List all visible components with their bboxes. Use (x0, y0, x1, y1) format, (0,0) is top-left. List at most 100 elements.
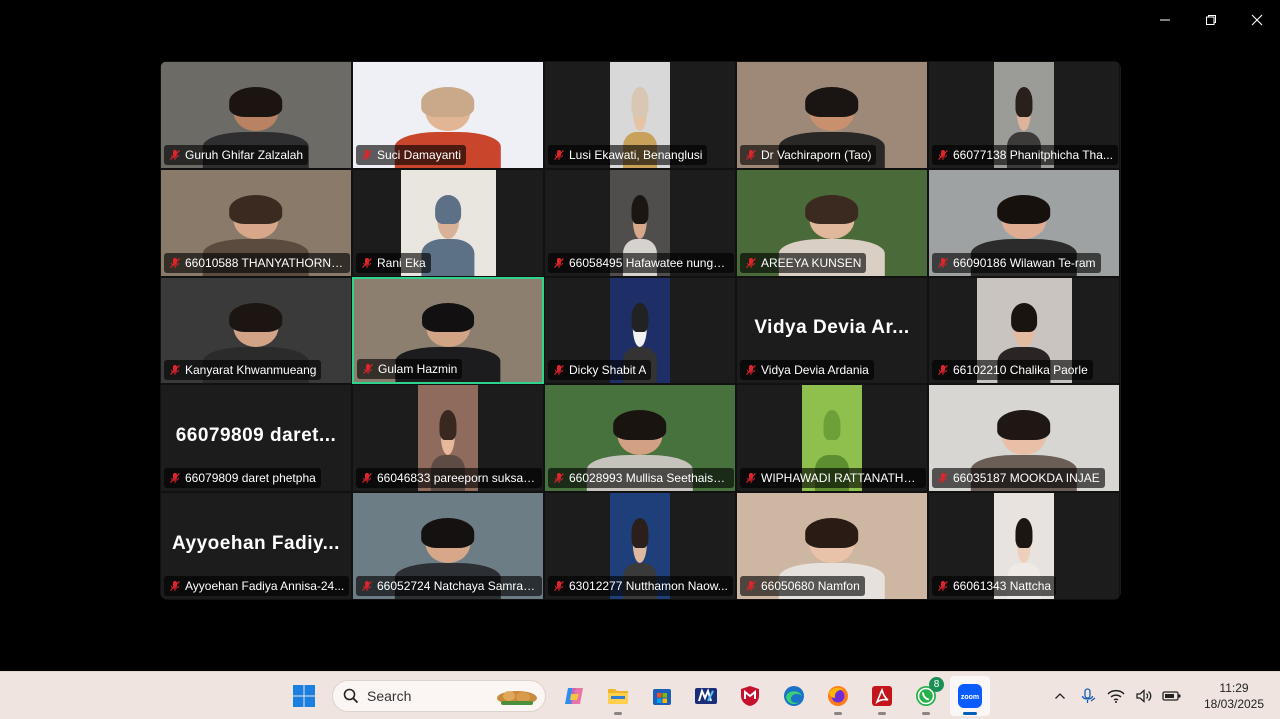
participant-hair (439, 410, 457, 441)
close-icon[interactable] (1234, 0, 1280, 40)
participant-tile[interactable]: Rani Eka (352, 168, 544, 277)
muted-mic-icon (169, 472, 181, 484)
participant-name: 66028993 Mullisa Seethaiso... (569, 471, 729, 486)
participant-name-label: Rani Eka (356, 252, 431, 273)
microphone-icon[interactable] (1074, 682, 1102, 710)
participant-name-label: 66035187 MOOKDA INJAE (932, 468, 1105, 489)
start-button[interactable] (284, 676, 324, 716)
copilot-app[interactable] (554, 676, 594, 716)
zoom-app[interactable]: zoom (950, 676, 990, 716)
muted-mic-icon (361, 149, 373, 161)
participant-name-label: 66058495 Hafawatee nungs... (548, 252, 734, 273)
zoom-meeting-window: Guruh Ghifar Zalzalah Suci Damayanti Lusi … (0, 0, 1280, 719)
muted-mic-icon (745, 257, 757, 269)
taskbar-search-box[interactable]: Search (332, 680, 546, 712)
participant-tile[interactable]: 66102210 Chalika Paorle (928, 276, 1120, 385)
muted-mic-icon (169, 580, 181, 592)
chevron-up-icon[interactable] (1046, 682, 1074, 710)
participant-tile[interactable]: 66077138 Phanitphicha Tha... (928, 61, 1120, 169)
participant-tile[interactable]: Gulam Hazmin (352, 276, 544, 385)
participant-hair (997, 410, 1051, 441)
participant-hair (631, 194, 649, 225)
whatsapp-app[interactable]: 8 (906, 676, 946, 716)
volume-icon[interactable] (1130, 682, 1158, 710)
restore-icon[interactable] (1188, 0, 1234, 40)
microsoft-store-app[interactable] (642, 676, 682, 716)
participant-name-label: 66061343 Nattcha (932, 575, 1057, 596)
search-placeholder: Search (367, 688, 412, 704)
participant-hair (805, 86, 859, 117)
participant-hair (229, 302, 283, 333)
participant-tile[interactable]: 66052724 Natchaya Samranjit (352, 492, 544, 600)
muted-mic-icon (553, 364, 565, 376)
participant-tile[interactable]: WIPHAWADI RATTANATHAM (736, 384, 928, 493)
participant-name: Kanyarat Khwanmueang (185, 363, 317, 378)
app-m[interactable] (686, 676, 726, 716)
participant-hair (631, 518, 649, 548)
system-tray: 11:29 18/03/2025 (1046, 672, 1280, 719)
firefox-app[interactable] (818, 676, 858, 716)
participant-name-label: 66090186 Wilawan Te-ram (932, 252, 1101, 273)
participant-name-label: 66079809 daret phetpha (164, 468, 321, 489)
wifi-icon[interactable] (1102, 682, 1130, 710)
participant-name-placeholder: Vidya Devia Ar... (754, 317, 910, 339)
participant-tile[interactable]: 63012277 Nutthamon Naow... (544, 492, 736, 600)
participant-name: 66050680 Namfon (761, 578, 860, 593)
participant-hair (823, 410, 841, 441)
participant-name-label: 66010588 THANYATHORN K... (164, 252, 350, 273)
participant-tile[interactable]: Suci Damayanti (352, 61, 544, 169)
participant-tile[interactable]: Dr Vachiraporn (Tao) (736, 61, 928, 169)
participant-name-label: AREEYA KUNSEN (740, 252, 867, 273)
participant-name-label: 63012277 Nutthamon Naow... (548, 575, 733, 596)
participant-tile[interactable]: AREEYA KUNSEN (736, 168, 928, 277)
participant-name: Vidya Devia Ardania (761, 363, 869, 378)
participant-tile[interactable]: Ayyoehan Fadiy... Ayyoehan Fadiya Annisa-… (160, 492, 352, 600)
participant-tile[interactable]: 66090186 Wilawan Te-ram (928, 168, 1120, 277)
participant-tile[interactable]: 66028993 Mullisa Seethaiso... (544, 384, 736, 493)
muted-mic-icon (937, 364, 949, 376)
participant-hair (434, 194, 462, 225)
participant-tile[interactable]: 66050680 Namfon (736, 492, 928, 600)
participant-tile[interactable]: 66035187 MOOKDA INJAE (928, 384, 1120, 493)
participant-name: Ayyoehan Fadiya Annisa-24... (185, 578, 345, 593)
file-explorer-app[interactable] (598, 676, 638, 716)
participant-tile[interactable]: 66079809 daret... 66079809 daret phetpha (160, 384, 352, 493)
muted-mic-icon (745, 149, 757, 161)
participant-name: 66052724 Natchaya Samranjit (377, 578, 537, 593)
firefox-icon (828, 686, 848, 706)
participant-tile[interactable]: Guruh Ghifar Zalzalah (160, 61, 352, 169)
participant-tile[interactable]: 66046833 pareeporn suksaw... (352, 384, 544, 493)
participant-tile[interactable]: 66010588 THANYATHORN K... (160, 168, 352, 277)
system-clock[interactable]: 11:29 18/03/2025 (1192, 680, 1276, 712)
acrobat-app[interactable] (862, 676, 902, 716)
gallery-view: Guruh Ghifar Zalzalah Suci Damayanti Lusi … (160, 61, 1121, 600)
participant-name-label: Gulam Hazmin (357, 359, 463, 380)
participant-name: Suci Damayanti (377, 147, 462, 162)
participant-hair (805, 518, 859, 548)
participant-name-placeholder: Ayyoehan Fadiy... (172, 532, 340, 554)
participant-name-label: 66046833 pareeporn suksaw... (356, 468, 542, 489)
copilot-icon (565, 688, 583, 704)
participant-tile[interactable]: Dicky Shabit A (544, 276, 736, 385)
battery-icon[interactable] (1158, 682, 1186, 710)
participant-tile[interactable]: Lusi Ekawati, Benanglusi (544, 61, 736, 169)
participant-tile[interactable]: 66061343 Nattcha (928, 492, 1120, 600)
participant-name-placeholder: 66079809 daret... (175, 425, 337, 447)
mcafee-app[interactable] (730, 676, 770, 716)
participant-tile[interactable]: 66058495 Hafawatee nungs... (544, 168, 736, 277)
participant-name-label: 66050680 Namfon (740, 575, 865, 596)
muted-mic-icon (937, 149, 949, 161)
participant-tile[interactable]: Vidya Devia Ar... Vidya Devia Ardania (736, 276, 928, 385)
participant-hair (805, 194, 859, 225)
participant-tile[interactable]: Kanyarat Khwanmueang (160, 276, 352, 385)
window-controls (1142, 0, 1280, 40)
edge-app[interactable] (774, 676, 814, 716)
clock-time: 11:29 (1219, 681, 1249, 695)
participant-name-label: Guruh Ghifar Zalzalah (164, 144, 309, 165)
windows-logo-icon (293, 685, 315, 707)
participant-name: Guruh Ghifar Zalzalah (185, 147, 304, 162)
participant-name-label: Ayyoehan Fadiya Annisa-24... (164, 575, 350, 596)
minimize-icon[interactable] (1142, 0, 1188, 40)
muted-mic-icon (553, 472, 565, 484)
participant-name: WIPHAWADI RATTANATHAM (761, 471, 921, 486)
